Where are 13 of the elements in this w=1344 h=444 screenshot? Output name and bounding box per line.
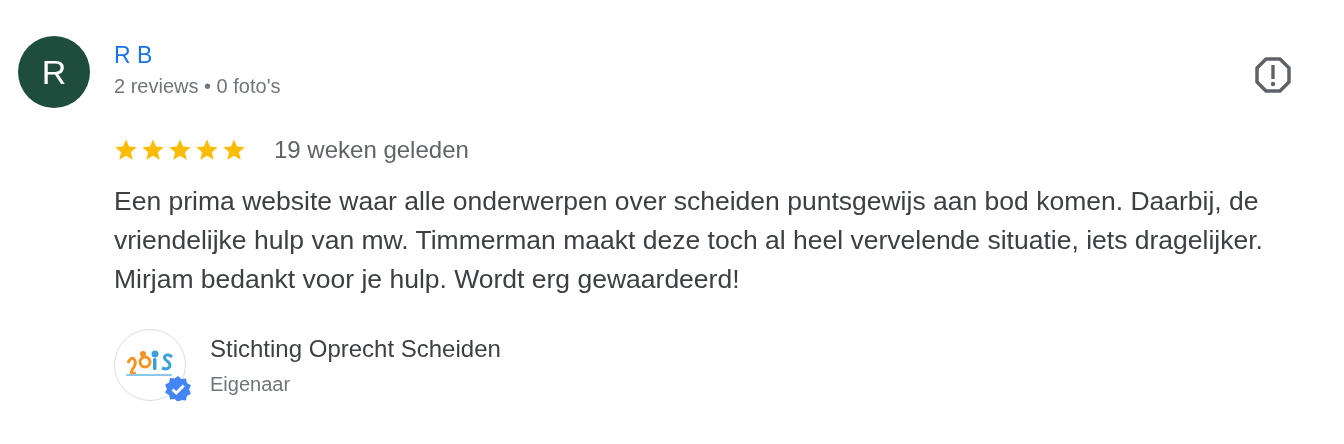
star-icon: [195, 138, 219, 162]
report-icon[interactable]: [1254, 56, 1292, 94]
owner-name: Stichting Oprecht Scheiden: [210, 334, 501, 363]
star-icon: [168, 138, 192, 162]
star-icon: [141, 138, 165, 162]
review-time: 19 weken geleden: [274, 136, 469, 164]
author-name[interactable]: R B: [114, 41, 1254, 69]
review-text: Een prima website waar alle onderwerpen over scheiden puntsgewijs aan bod komen. Daarbij, de vriendelijke hulp van mw. Timmerman maakt deze toch al heel vervelende situatie, iets dragelijker. Mirjam bedankt voor je hulp. Wordt erg gewaardeerd!: [114, 185, 1264, 296]
owner-role: Eigenaar: [210, 372, 292, 396]
avatar[interactable]: R: [18, 36, 90, 108]
author-stats: 2 reviews • 0 foto's: [114, 74, 282, 98]
star-icon: [114, 138, 138, 162]
star-icon: [222, 138, 246, 162]
